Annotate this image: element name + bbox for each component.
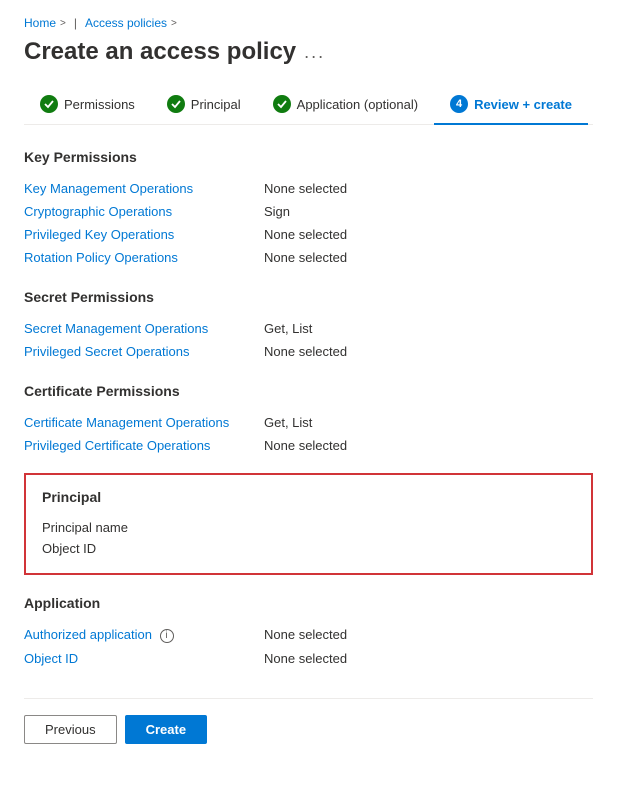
rotation-label: Rotation Policy Operations (24, 250, 264, 265)
secret-permissions-section: Secret Permissions Secret Management Ope… (24, 289, 593, 363)
permissions-check-icon (40, 95, 58, 113)
authorized-app-value: None selected (264, 627, 347, 642)
priv-key-label: Privileged Key Operations (24, 227, 264, 242)
priv-secret-label: Privileged Secret Operations (24, 344, 264, 359)
priv-cert-label: Privileged Certificate Operations (24, 438, 264, 453)
key-permissions-title: Key Permissions (24, 149, 593, 165)
key-permissions-section: Key Permissions Key Management Operation… (24, 149, 593, 269)
table-row: Privileged Key Operations None selected (24, 223, 593, 246)
secret-mgmt-label: Secret Management Operations (24, 321, 264, 336)
crypto-ops-label: Cryptographic Operations (24, 204, 264, 219)
tab-review-label: Review + create (474, 97, 572, 112)
application-section-title: Application (24, 595, 593, 611)
principal-section: Principal Principal name Object ID (24, 473, 593, 575)
breadcrumb-pipe: | (74, 16, 77, 30)
page-title: Create an access policy (24, 38, 296, 66)
app-object-id-label: Object ID (24, 651, 264, 666)
table-row: Certificate Management Operations Get, L… (24, 411, 593, 434)
create-button[interactable]: Create (125, 715, 207, 744)
cert-mgmt-label: Certificate Management Operations (24, 415, 264, 430)
key-mgmt-value: None selected (264, 181, 347, 196)
tab-principal[interactable]: Principal (151, 87, 257, 125)
previous-button[interactable]: Previous (24, 715, 117, 744)
principal-object-id-field: Object ID (42, 538, 575, 559)
authorized-app-info-icon[interactable]: i (160, 629, 174, 643)
table-row: Rotation Policy Operations None selected (24, 246, 593, 269)
principal-name-field: Principal name (42, 517, 575, 538)
cert-mgmt-value: Get, List (264, 415, 312, 430)
table-row: Secret Management Operations Get, List (24, 317, 593, 340)
certificate-permissions-section: Certificate Permissions Certificate Mana… (24, 383, 593, 457)
table-row: Privileged Certificate Operations None s… (24, 434, 593, 457)
table-row: Object ID None selected (24, 647, 593, 670)
tab-permissions[interactable]: Permissions (24, 87, 151, 125)
breadcrumb-access-policies[interactable]: Access policies (85, 16, 167, 30)
tab-permissions-label: Permissions (64, 97, 135, 112)
priv-key-value: None selected (264, 227, 347, 242)
priv-cert-value: None selected (264, 438, 347, 453)
page-title-ellipsis: ... (304, 42, 325, 63)
priv-secret-value: None selected (264, 344, 347, 359)
principal-check-icon (167, 95, 185, 113)
crypto-ops-value: Sign (264, 204, 290, 219)
tab-review[interactable]: 4 Review + create (434, 87, 588, 125)
page-container: Home > | Access policies > Create an acc… (0, 0, 617, 768)
breadcrumb: Home > | Access policies > (24, 16, 593, 30)
table-row: Cryptographic Operations Sign (24, 200, 593, 223)
button-row: Previous Create (24, 698, 593, 744)
breadcrumb-separator-1: > (60, 18, 66, 29)
app-object-id-value: None selected (264, 651, 347, 666)
table-row: Key Management Operations None selected (24, 177, 593, 200)
secret-mgmt-value: Get, List (264, 321, 312, 336)
tab-application-label: Application (optional) (297, 97, 418, 112)
table-row: Authorized application i None selected (24, 623, 593, 647)
wizard-tabs: Permissions Principal Application (optio… (24, 86, 593, 125)
principal-section-title: Principal (42, 489, 575, 505)
breadcrumb-home[interactable]: Home (24, 16, 56, 30)
secret-permissions-title: Secret Permissions (24, 289, 593, 305)
table-row: Privileged Secret Operations None select… (24, 340, 593, 363)
authorized-app-label: Authorized application i (24, 627, 264, 643)
application-check-icon (273, 95, 291, 113)
rotation-value: None selected (264, 250, 347, 265)
review-number-icon: 4 (450, 95, 468, 113)
certificate-permissions-title: Certificate Permissions (24, 383, 593, 399)
breadcrumb-separator-2: > (171, 18, 177, 29)
tab-principal-label: Principal (191, 97, 241, 112)
application-section: Application Authorized application i Non… (24, 595, 593, 670)
key-mgmt-label: Key Management Operations (24, 181, 264, 196)
page-title-container: Create an access policy ... (24, 38, 593, 66)
tab-application[interactable]: Application (optional) (257, 87, 434, 125)
